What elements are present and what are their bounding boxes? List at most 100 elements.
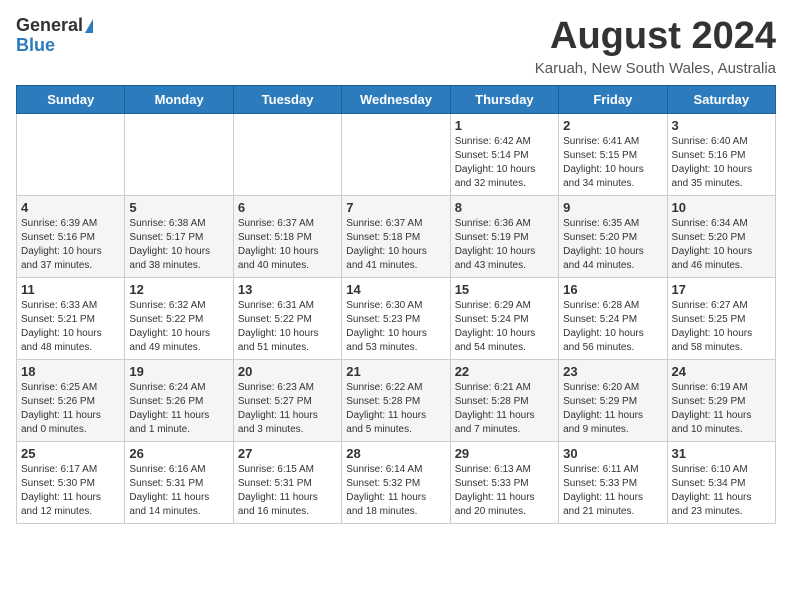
calendar-cell: 27 Sunrise: 6:15 AMSunset: 5:31 PMDayligh… bbox=[233, 441, 341, 523]
calendar-cell: 12Sunrise: 6:32 AMSunset: 5:22 PMDayligh… bbox=[125, 277, 233, 359]
day-info: Sunrise: 6:27 AMSunset: 5:25 PMDaylight:… bbox=[672, 299, 771, 355]
week-row-2: 4Sunrise: 6:39 AMSunset: 5:16 PMDaylight… bbox=[17, 195, 776, 277]
calendar-cell: 1 Sunrise: 6:42 AMSunset: 5:14 PMDaylight… bbox=[450, 113, 558, 195]
calendar-cell: 23Sunrise: 6:20 AMSunset: 5:29 PMDayligh… bbox=[559, 359, 667, 441]
weekday-header-monday: Monday bbox=[125, 85, 233, 113]
day-info: Sunrise: 6:16 AMSunset: 5:31 PMDaylight:… bbox=[129, 463, 228, 519]
day-info: Sunrise: 6:37 AMSunset: 5:18 PMDaylight:… bbox=[346, 217, 445, 273]
day-number: 1 bbox=[455, 118, 554, 133]
day-info: Sunrise: 6:36 AMSunset: 5:19 PMDaylight:… bbox=[455, 217, 554, 273]
day-number: 27 bbox=[238, 446, 337, 461]
day-number: 8 bbox=[455, 200, 554, 215]
calendar-cell: 25Sunrise: 6:17 AMSunset: 5:30 PMDayligh… bbox=[17, 441, 125, 523]
calendar-cell: 29 Sunrise: 6:13 AMSunset: 5:33 PMDayligh… bbox=[450, 441, 558, 523]
calendar-cell: 20 Sunrise: 6:23 AMSunset: 5:27 PMDayligh… bbox=[233, 359, 341, 441]
day-number: 20 bbox=[238, 364, 337, 379]
calendar-cell: 10 Sunrise: 6:34 AMSunset: 5:20 PMDayligh… bbox=[667, 195, 775, 277]
day-info: Sunrise: 6:34 AMSunset: 5:20 PMDaylight:… bbox=[672, 217, 771, 273]
day-info: Sunrise: 6:19 AMSunset: 5:29 PMDaylight:… bbox=[672, 381, 771, 437]
day-number: 28 bbox=[346, 446, 445, 461]
day-number: 14 bbox=[346, 282, 445, 297]
calendar-cell: 15 Sunrise: 6:29 AMSunset: 5:24 PMDayligh… bbox=[450, 277, 558, 359]
day-info: Sunrise: 6:37 AMSunset: 5:18 PMDaylight:… bbox=[238, 217, 337, 273]
logo-triangle-icon bbox=[85, 19, 93, 33]
day-number: 9 bbox=[563, 200, 662, 215]
weekday-header-saturday: Saturday bbox=[667, 85, 775, 113]
day-number: 30 bbox=[563, 446, 662, 461]
day-info: Sunrise: 6:30 AMSunset: 5:23 PMDaylight:… bbox=[346, 299, 445, 355]
day-number: 11 bbox=[21, 282, 120, 297]
day-info: Sunrise: 6:15 AMSunset: 5:31 PMDaylight:… bbox=[238, 463, 337, 519]
calendar-cell: 16 Sunrise: 6:28 AMSunset: 5:24 PMDayligh… bbox=[559, 277, 667, 359]
calendar-cell: 26 Sunrise: 6:16 AMSunset: 5:31 PMDayligh… bbox=[125, 441, 233, 523]
calendar-cell: 3Sunrise: 6:40 AMSunset: 5:16 PMDaylight… bbox=[667, 113, 775, 195]
calendar-cell: 7 Sunrise: 6:37 AMSunset: 5:18 PMDaylight… bbox=[342, 195, 450, 277]
weekday-header-friday: Friday bbox=[559, 85, 667, 113]
weekday-header-tuesday: Tuesday bbox=[233, 85, 341, 113]
calendar-cell: 11 Sunrise: 6:33 AMSunset: 5:21 PMDayligh… bbox=[17, 277, 125, 359]
day-number: 23 bbox=[563, 364, 662, 379]
day-number: 13 bbox=[238, 282, 337, 297]
day-number: 12 bbox=[129, 282, 228, 297]
day-number: 21 bbox=[346, 364, 445, 379]
day-number: 25 bbox=[21, 446, 120, 461]
day-info: Sunrise: 6:42 AMSunset: 5:14 PMDaylight:… bbox=[455, 135, 554, 191]
day-number: 3 bbox=[672, 118, 771, 133]
day-info: Sunrise: 6:33 AMSunset: 5:21 PMDaylight:… bbox=[21, 299, 120, 355]
day-number: 31 bbox=[672, 446, 771, 461]
day-info: Sunrise: 6:31 AMSunset: 5:22 PMDaylight:… bbox=[238, 299, 337, 355]
weekday-header-thursday: Thursday bbox=[450, 85, 558, 113]
day-info: Sunrise: 6:38 AMSunset: 5:17 PMDaylight:… bbox=[129, 217, 228, 273]
calendar-cell: 14 Sunrise: 6:30 AMSunset: 5:23 PMDayligh… bbox=[342, 277, 450, 359]
week-row-4: 18Sunrise: 6:25 AMSunset: 5:26 PMDayligh… bbox=[17, 359, 776, 441]
calendar-cell: 22 Sunrise: 6:21 AMSunset: 5:28 PMDayligh… bbox=[450, 359, 558, 441]
day-info: Sunrise: 6:21 AMSunset: 5:28 PMDaylight:… bbox=[455, 381, 554, 437]
calendar-cell: 21 Sunrise: 6:22 AMSunset: 5:28 PMDayligh… bbox=[342, 359, 450, 441]
day-number: 6 bbox=[238, 200, 337, 215]
calendar-cell bbox=[125, 113, 233, 195]
calendar-cell: 28 Sunrise: 6:14 AMSunset: 5:32 PMDayligh… bbox=[342, 441, 450, 523]
calendar-cell: 2Sunrise: 6:41 AMSunset: 5:15 PMDaylight… bbox=[559, 113, 667, 195]
calendar-subtitle: Karuah, New South Wales, Australia bbox=[535, 60, 776, 77]
day-number: 10 bbox=[672, 200, 771, 215]
day-info: Sunrise: 6:10 AMSunset: 5:34 PMDaylight:… bbox=[672, 463, 771, 519]
calendar-cell: 24Sunrise: 6:19 AMSunset: 5:29 PMDayligh… bbox=[667, 359, 775, 441]
calendar-cell: 30Sunrise: 6:11 AMSunset: 5:33 PMDayligh… bbox=[559, 441, 667, 523]
calendar-cell: 31 Sunrise: 6:10 AMSunset: 5:34 PMDayligh… bbox=[667, 441, 775, 523]
calendar-table: SundayMondayTuesdayWednesdayThursdayFrid… bbox=[16, 85, 776, 524]
day-number: 2 bbox=[563, 118, 662, 133]
day-info: Sunrise: 6:39 AMSunset: 5:16 PMDaylight:… bbox=[21, 217, 120, 273]
day-number: 5 bbox=[129, 200, 228, 215]
day-info: Sunrise: 6:13 AMSunset: 5:33 PMDaylight:… bbox=[455, 463, 554, 519]
day-number: 7 bbox=[346, 200, 445, 215]
day-info: Sunrise: 6:23 AMSunset: 5:27 PMDaylight:… bbox=[238, 381, 337, 437]
day-number: 26 bbox=[129, 446, 228, 461]
day-info: Sunrise: 6:14 AMSunset: 5:32 PMDaylight:… bbox=[346, 463, 445, 519]
day-number: 22 bbox=[455, 364, 554, 379]
day-number: 15 bbox=[455, 282, 554, 297]
day-number: 17 bbox=[672, 282, 771, 297]
calendar-cell: 18Sunrise: 6:25 AMSunset: 5:26 PMDayligh… bbox=[17, 359, 125, 441]
weekday-header-sunday: Sunday bbox=[17, 85, 125, 113]
day-number: 29 bbox=[455, 446, 554, 461]
logo: General Blue bbox=[16, 16, 93, 56]
day-number: 16 bbox=[563, 282, 662, 297]
week-row-3: 11 Sunrise: 6:33 AMSunset: 5:21 PMDayligh… bbox=[17, 277, 776, 359]
day-info: Sunrise: 6:22 AMSunset: 5:28 PMDaylight:… bbox=[346, 381, 445, 437]
calendar-cell: 6 Sunrise: 6:37 AMSunset: 5:18 PMDaylight… bbox=[233, 195, 341, 277]
weekday-header-row: SundayMondayTuesdayWednesdayThursdayFrid… bbox=[17, 85, 776, 113]
day-info: Sunrise: 6:29 AMSunset: 5:24 PMDaylight:… bbox=[455, 299, 554, 355]
logo-blue-text: Blue bbox=[16, 36, 55, 56]
calendar-cell bbox=[17, 113, 125, 195]
day-number: 19 bbox=[129, 364, 228, 379]
day-info: Sunrise: 6:28 AMSunset: 5:24 PMDaylight:… bbox=[563, 299, 662, 355]
calendar-cell: 13 Sunrise: 6:31 AMSunset: 5:22 PMDayligh… bbox=[233, 277, 341, 359]
calendar-cell: 19Sunrise: 6:24 AMSunset: 5:26 PMDayligh… bbox=[125, 359, 233, 441]
calendar-cell: 9Sunrise: 6:35 AMSunset: 5:20 PMDaylight… bbox=[559, 195, 667, 277]
calendar-header: SundayMondayTuesdayWednesdayThursdayFrid… bbox=[17, 85, 776, 113]
weekday-header-wednesday: Wednesday bbox=[342, 85, 450, 113]
calendar-title: August 2024 bbox=[535, 16, 776, 58]
calendar-cell: 5 Sunrise: 6:38 AMSunset: 5:17 PMDaylight… bbox=[125, 195, 233, 277]
calendar-cell: 17 Sunrise: 6:27 AMSunset: 5:25 PMDayligh… bbox=[667, 277, 775, 359]
calendar-cell bbox=[342, 113, 450, 195]
